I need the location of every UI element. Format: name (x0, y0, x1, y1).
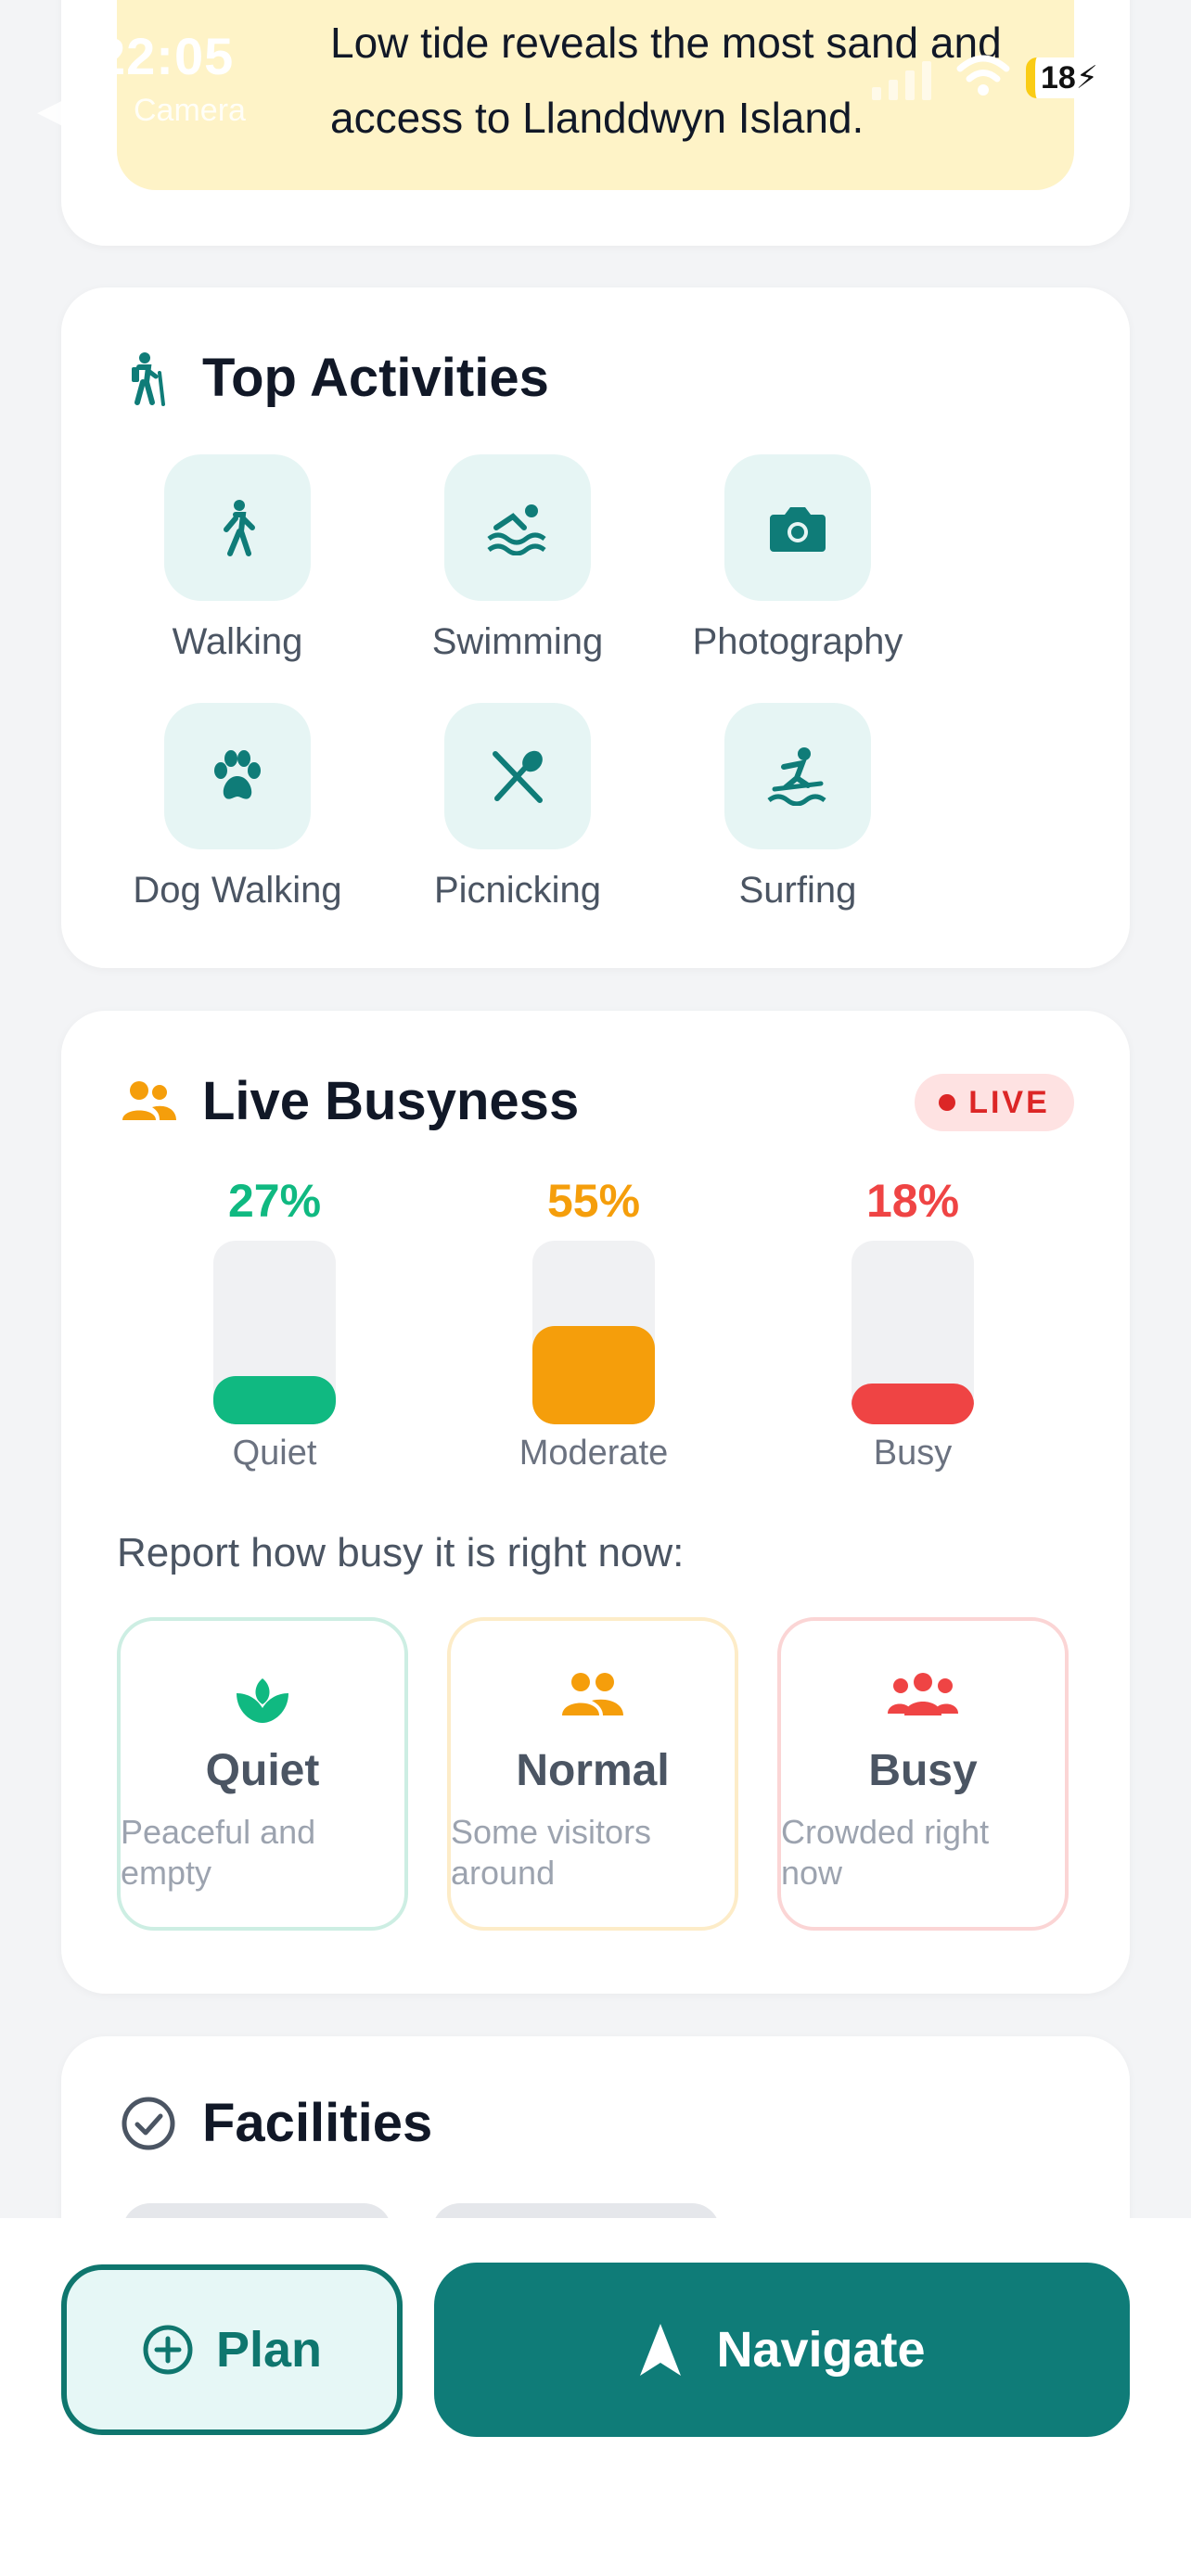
activity-label: Dog Walking (133, 870, 342, 911)
battery-indicator: 18⚡ (1026, 57, 1104, 98)
meter-label: Quiet (232, 1434, 317, 1473)
activity-label: Walking (172, 621, 303, 662)
meter-moderate: 55% Moderate (482, 1174, 705, 1473)
meter-percent: 55% (546, 1175, 641, 1227)
plan-button[interactable]: Plan (61, 2264, 403, 2435)
navigate-label: Navigate (716, 2322, 926, 2378)
activity-label: Picnicking (433, 870, 602, 911)
back-arrow-icon[interactable]: ◀ (37, 93, 61, 130)
utensils-icon (493, 750, 543, 803)
report-title: Normal (516, 1746, 670, 1795)
report-busy-button[interactable]: Busy Crowded right now (777, 1617, 1069, 1931)
navigate-button[interactable]: Navigate (434, 2263, 1130, 2437)
meter-busy: 18% Busy (801, 1174, 1024, 1473)
activity-swimming[interactable]: Swimming (406, 454, 629, 663)
activity-label: Swimming (431, 621, 604, 662)
busyness-card: Live Busyness LIVE 27% Quiet 55% Moderat… (61, 1011, 1130, 1994)
meter-percent: 27% (227, 1175, 322, 1227)
status-bar: 22:05 ◀ Camera 18⚡ (0, 0, 1191, 139)
report-prompt: Report how busy it is right now: (117, 1530, 685, 1575)
meter-fill (852, 1384, 974, 1424)
activities-title: Top Activities (202, 348, 549, 408)
report-quiet-button[interactable]: Quiet Peaceful and empty (117, 1617, 408, 1931)
report-normal-button[interactable]: Normal Some visitors around (447, 1617, 738, 1931)
report-desc: Peaceful and empty (121, 1813, 316, 1892)
report-desc: Some visitors around (451, 1813, 652, 1892)
camera-icon (770, 507, 826, 552)
check-circle-icon (122, 2097, 175, 2150)
paw-icon (214, 750, 261, 799)
meter-track (532, 1241, 655, 1424)
activity-label: Surfing (738, 870, 857, 911)
report-desc: Crowded right now (781, 1813, 990, 1892)
navigation-arrow-icon (640, 2324, 682, 2376)
meter-quiet: 27% Quiet (163, 1174, 386, 1473)
status-time: 22:05 (96, 27, 235, 85)
busyness-title: Live Busyness (202, 1071, 580, 1131)
meter-track (852, 1241, 974, 1424)
crowd-icon (888, 1673, 958, 1715)
live-label: LIVE (968, 1084, 1050, 1120)
wifi-icon (956, 55, 1010, 96)
hiking-icon (132, 352, 165, 406)
facilities-title: Facilities (202, 2093, 433, 2153)
meter-fill (213, 1376, 336, 1424)
leaf-icon (237, 1678, 288, 1723)
battery-level: 18 (1041, 60, 1076, 96)
activity-walking[interactable]: Walking (126, 454, 349, 663)
people-icon (562, 1673, 623, 1715)
activity-label: Photography (692, 621, 903, 662)
live-dot-icon (939, 1094, 956, 1111)
live-badge: LIVE (915, 1074, 1074, 1131)
meter-label: Busy (873, 1434, 953, 1473)
people-icon (122, 1081, 176, 1120)
activity-surfing[interactable]: Surfing (686, 703, 909, 912)
report-title: Busy (868, 1746, 978, 1795)
meter-label: Moderate (519, 1434, 669, 1473)
plus-circle-icon (143, 2325, 193, 2375)
activity-photography[interactable]: Photography (686, 454, 909, 663)
bottom-action-bar: Plan Navigate (0, 2218, 1191, 2576)
plan-label: Plan (215, 2322, 323, 2378)
walking-icon (224, 500, 255, 556)
swimming-icon (487, 504, 546, 555)
activity-picnicking[interactable]: Picnicking (406, 703, 629, 912)
activity-dog-walking[interactable]: Dog Walking (126, 703, 349, 912)
meter-percent: 18% (865, 1175, 960, 1227)
activities-card: Top Activities Walking Swimming Photogra… (61, 287, 1130, 968)
surfing-icon (767, 747, 826, 806)
meter-track (213, 1241, 336, 1424)
report-title: Quiet (205, 1746, 320, 1795)
meter-fill (532, 1326, 655, 1424)
back-app-label[interactable]: Camera (134, 93, 246, 129)
signal-icon (872, 61, 931, 100)
